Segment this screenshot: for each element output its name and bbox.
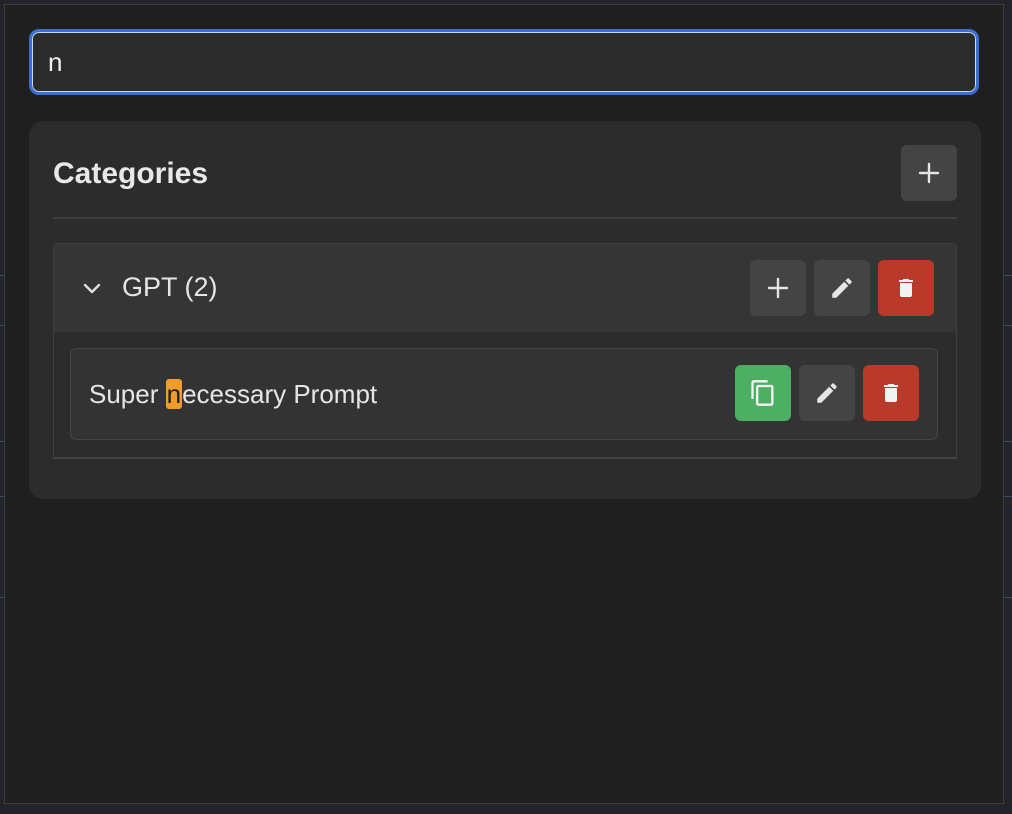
plus-icon xyxy=(767,277,789,299)
add-category-button[interactable] xyxy=(901,145,957,201)
delete-category-button[interactable] xyxy=(878,260,934,316)
pencil-icon xyxy=(829,275,855,301)
copy-icon xyxy=(749,378,777,408)
category-label: GPT (2) xyxy=(122,272,218,302)
prompt-label: Super necessary Prompt xyxy=(89,379,377,410)
trash-icon xyxy=(894,275,918,301)
screen: Categories GPT (2) xyxy=(0,0,1012,814)
copy-prompt-button[interactable] xyxy=(735,365,791,421)
prompt-item[interactable]: Super necessary Prompt xyxy=(70,348,938,440)
add-prompt-button[interactable] xyxy=(750,260,806,316)
category-gpt: GPT (2) Super necessary Prompt xyxy=(53,243,957,459)
search-highlight: n xyxy=(165,379,183,409)
category-header[interactable]: GPT (2) xyxy=(54,244,956,332)
prompt-popup: Categories GPT (2) xyxy=(4,4,1004,804)
prompt-text-suffix: ecessary Prompt xyxy=(182,379,378,409)
categories-panel: Categories GPT (2) Super necessary Promp… xyxy=(29,121,981,499)
chevron-down-icon[interactable] xyxy=(82,278,102,298)
edit-category-button[interactable] xyxy=(814,260,870,316)
trash-icon xyxy=(879,380,903,406)
plus-icon xyxy=(918,162,940,184)
panel-title: Categories xyxy=(53,157,209,190)
search-input[interactable] xyxy=(29,29,979,95)
pencil-icon xyxy=(814,380,840,406)
divider xyxy=(53,217,957,219)
delete-prompt-button[interactable] xyxy=(863,365,919,421)
prompt-text-prefix: Super xyxy=(89,379,166,409)
edit-prompt-button[interactable] xyxy=(799,365,855,421)
